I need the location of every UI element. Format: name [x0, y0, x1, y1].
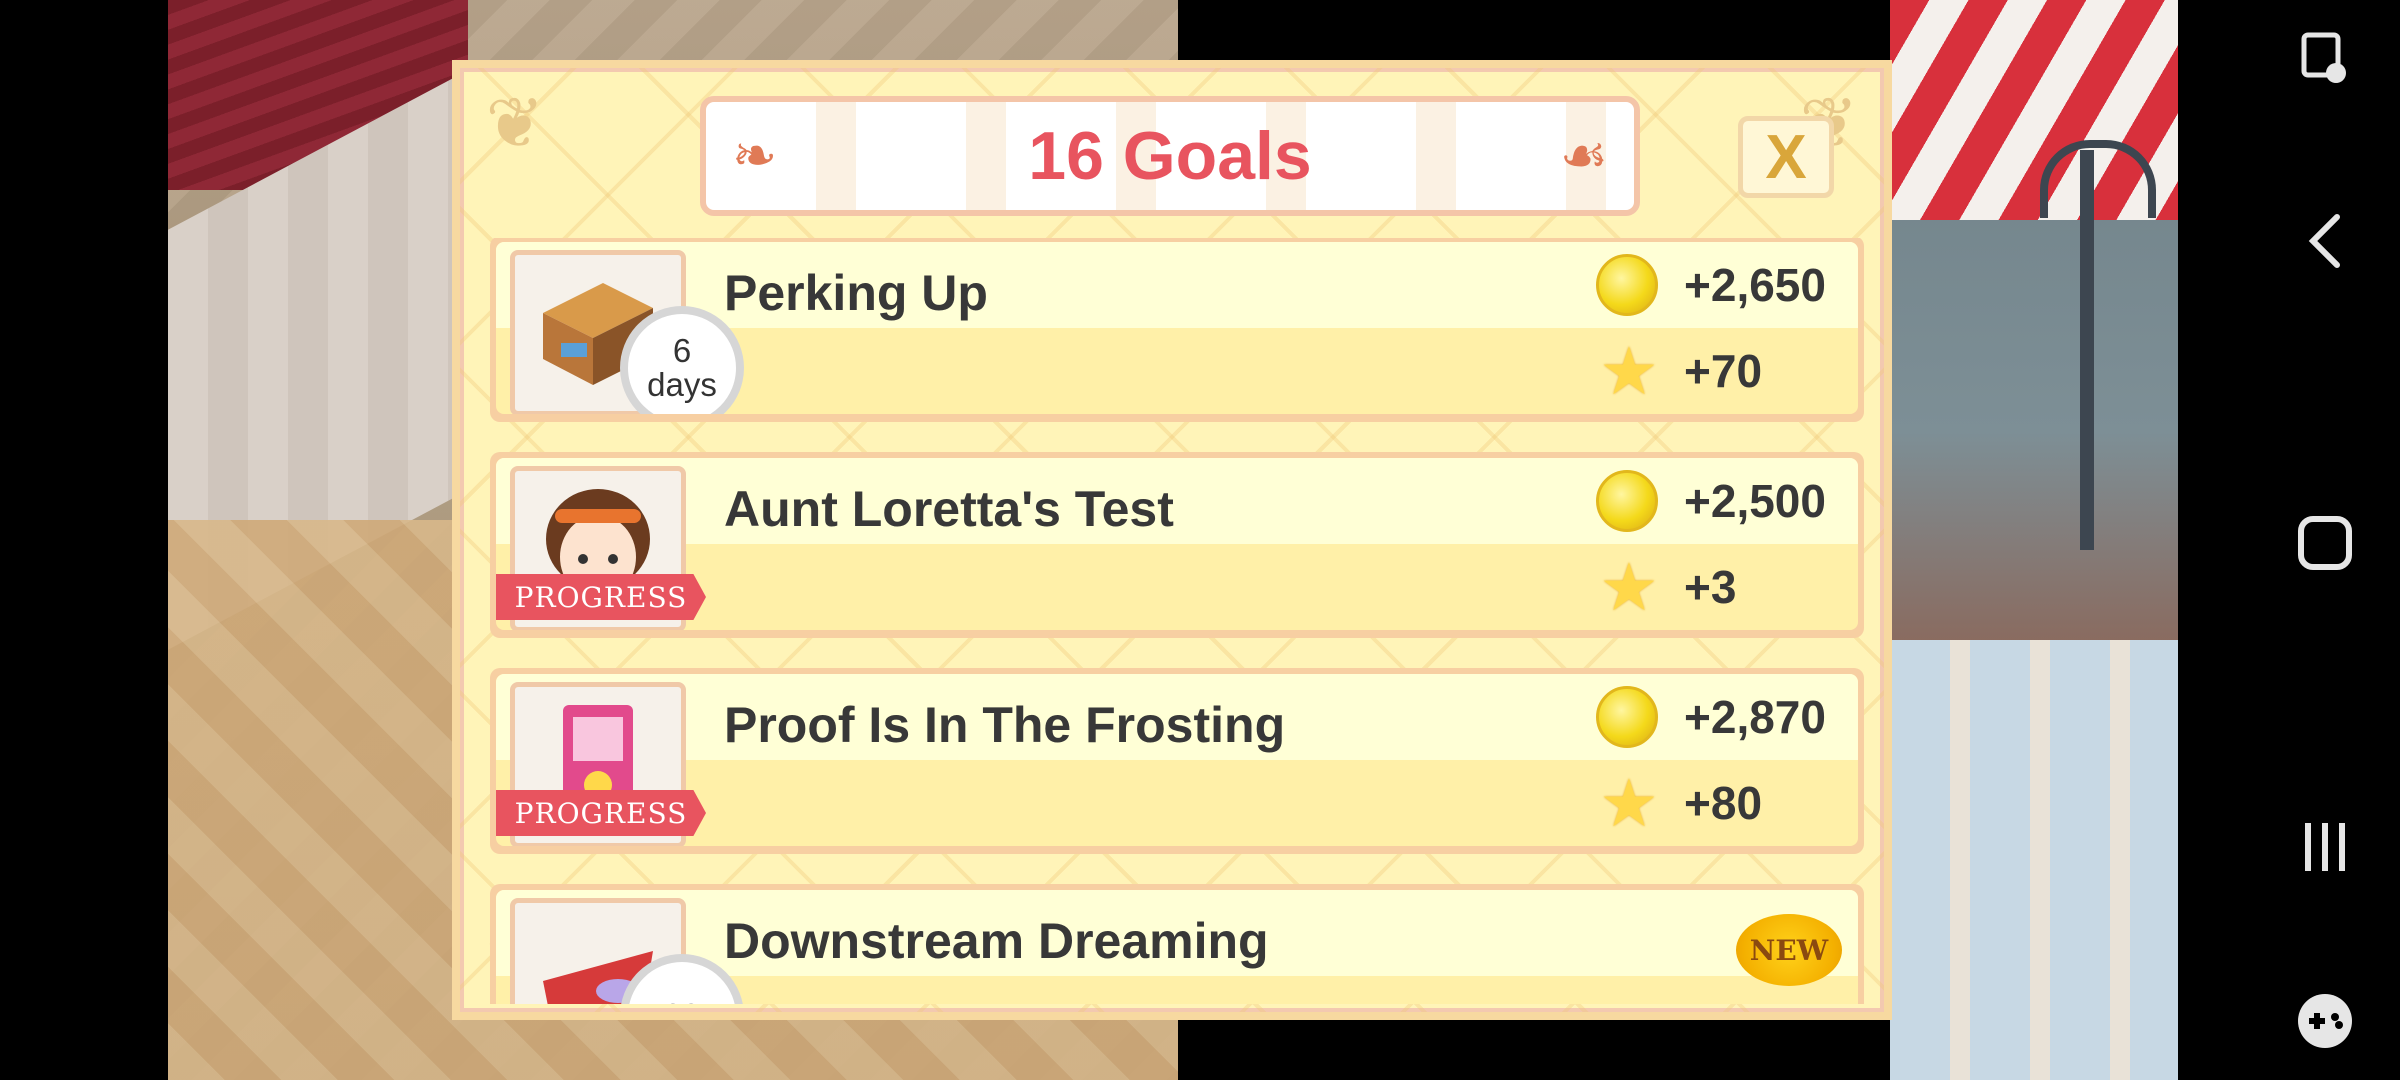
goals-dialog: ❦ ❦ ❦ ❦ ❧ 16 Goals ☙ X 6 days Perking Up — [452, 60, 1892, 1020]
star-reward: ★ +80 — [1596, 770, 1762, 836]
close-button[interactable]: X — [1738, 116, 1834, 198]
timer-value: 6 — [672, 332, 692, 369]
goal-card: 28 Downstream Dreaming NEW — [496, 890, 1858, 1004]
coin-reward-value: +2,500 — [1684, 475, 1826, 527]
progress-tag: PROGRESS — [496, 574, 706, 620]
star-reward: ★ +70 — [1596, 338, 1762, 404]
goal-item[interactable]: 28 Downstream Dreaming NEW — [490, 884, 1864, 1004]
home-icon[interactable] — [2290, 508, 2360, 578]
system-nav-bar — [2178, 0, 2400, 1080]
goal-name: Downstream Dreaming — [724, 913, 1269, 969]
star-reward-value: +80 — [1684, 777, 1763, 829]
goal-name: Aunt Loretta's Test — [724, 481, 1174, 537]
coin-icon — [1596, 254, 1658, 316]
goal-item[interactable]: PROGRESS Aunt Loretta's Test +2,500 ★ +3 — [490, 452, 1864, 638]
goal-card: PROGRESS Proof Is In The Frosting +2,870… — [496, 674, 1858, 846]
timer-unit: days — [647, 366, 717, 403]
screen-pin-icon[interactable] — [2290, 24, 2360, 94]
timer-value: 28 — [664, 999, 701, 1005]
star-icon: ★ — [1599, 334, 1659, 408]
coin-reward: +2,500 — [1596, 470, 1826, 532]
star-icon: ★ — [1599, 766, 1659, 840]
goal-item[interactable]: PROGRESS Proof Is In The Frosting +2,870… — [490, 668, 1864, 854]
game-scene-right — [1890, 0, 2180, 1080]
goal-card: 6 days Perking Up +2,650 ★ +70 — [496, 242, 1858, 414]
goal-list[interactable]: 6 days Perking Up +2,650 ★ +70 PROGRESS … — [482, 238, 1872, 1004]
coin-reward: +2,870 — [1596, 686, 1826, 748]
title-banner: ❧ 16 Goals ☙ — [700, 96, 1640, 216]
coin-icon — [1596, 686, 1658, 748]
goal-item[interactable]: 6 days Perking Up +2,650 ★ +70 — [490, 238, 1864, 422]
shop-windows — [1890, 640, 2180, 1080]
game-tools-icon[interactable] — [2290, 986, 2360, 1056]
progress-tag: PROGRESS — [496, 790, 706, 836]
star-reward: ★ +3 — [1596, 554, 1736, 620]
goal-card: PROGRESS Aunt Loretta's Test +2,500 ★ +3 — [496, 458, 1858, 630]
star-reward-value: +70 — [1684, 345, 1763, 397]
goal-name: Proof Is In The Frosting — [724, 697, 1286, 753]
coin-reward-value: +2,650 — [1684, 259, 1826, 311]
coin-icon — [1596, 470, 1658, 532]
goal-name: Perking Up — [724, 265, 988, 321]
coin-reward-value: +2,870 — [1684, 691, 1826, 743]
coin-reward: +2,650 — [1596, 254, 1826, 316]
back-icon[interactable] — [2290, 206, 2360, 276]
new-badge: NEW — [1736, 914, 1842, 986]
flourish-icon: ☙ — [1559, 126, 1608, 186]
street-lamp-head — [2040, 140, 2156, 218]
flourish-icon: ❧ — [732, 126, 778, 186]
star-icon: ★ — [1599, 550, 1659, 624]
street-lamp-post — [2080, 150, 2094, 550]
star-reward-value: +3 — [1684, 561, 1737, 613]
corner-ornament-icon: ❦ — [485, 84, 545, 162]
recents-icon[interactable] — [2290, 812, 2360, 882]
dialog-title: 16 Goals — [1028, 118, 1312, 194]
